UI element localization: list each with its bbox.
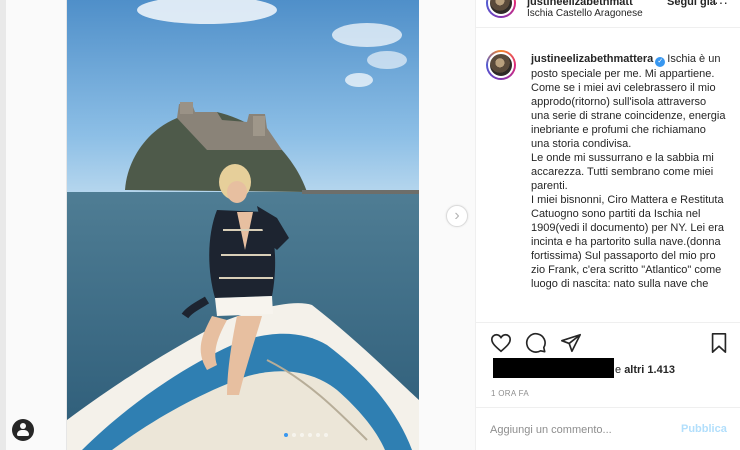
photo-illustration <box>67 0 419 450</box>
comment-icon[interactable] <box>525 332 547 354</box>
carousel-dot <box>316 433 320 437</box>
comment-input[interactable] <box>490 422 670 438</box>
header-username[interactable]: justineelizabethmatt <box>527 0 633 8</box>
verified-badge-icon: ✓ <box>655 57 666 67</box>
likes-summary: e altri 1.413 <box>493 356 733 378</box>
post-timestamp[interactable]: 1 ORA FA <box>491 389 529 398</box>
caption-block: justineelizabethmattera ✓ Ischia è un post… <box>476 40 740 320</box>
carousel-dot <box>324 433 328 437</box>
caption-avatar[interactable] <box>486 50 516 80</box>
heart-icon[interactable] <box>490 332 512 354</box>
carousel-dot <box>284 433 288 437</box>
redacted-block <box>493 358 614 378</box>
location-link[interactable]: Ischia Castello Aragonese <box>527 8 643 19</box>
carousel-indicator <box>284 433 328 437</box>
paper-plane-icon[interactable] <box>560 332 582 354</box>
carousel-dot <box>300 433 304 437</box>
publish-button[interactable]: Pubblica <box>681 423 727 435</box>
likes-prefix: e <box>615 364 622 376</box>
caption-text: justineelizabethmattera ✓ Ischia è un post… <box>531 52 726 291</box>
left-sidebar <box>0 0 67 450</box>
carousel-gutter <box>419 0 475 450</box>
post-header: justineelizabethmatt Segui già Ischia Ca… <box>476 0 740 28</box>
likes-count[interactable]: altri 1.413 <box>624 364 675 376</box>
carousel-dot <box>308 433 312 437</box>
caption-username[interactable]: justineelizabethmattera <box>531 53 653 65</box>
likes-text[interactable]: e altri 1.413 <box>615 364 675 376</box>
next-slide-button[interactable]: › <box>446 205 468 227</box>
post-photo[interactable] <box>67 0 419 450</box>
avatar[interactable] <box>486 0 516 18</box>
caption-body: Ischia è un posto speciale per me. Mi ap… <box>531 53 726 290</box>
more-options-icon[interactable]: ··· <box>714 0 728 10</box>
window-edge <box>0 0 6 450</box>
carousel-dot <box>292 433 296 437</box>
post-details-panel: justineelizabethmatt Segui già Ischia Ca… <box>475 0 740 450</box>
follow-status-button[interactable]: Segui già <box>667 0 716 8</box>
bookmark-icon[interactable] <box>708 332 730 354</box>
comment-box: Pubblica <box>476 407 740 450</box>
profile-icon[interactable] <box>12 419 34 441</box>
